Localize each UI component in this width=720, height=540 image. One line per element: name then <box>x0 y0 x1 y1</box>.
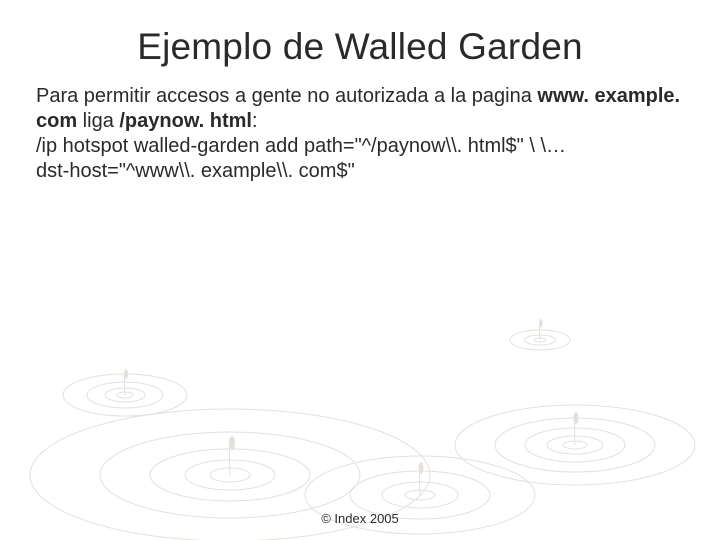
body-code-line1: /ip hotspot walled-garden add path="^/pa… <box>36 135 566 157</box>
slide-footer: © Index 2005 <box>0 511 720 526</box>
body-code-line2: dst-host="^www\\. example\\. com$" <box>36 160 355 182</box>
slide: Ejemplo de Walled Garden Para permitir a… <box>0 0 720 540</box>
body-text-colon: : <box>252 110 258 132</box>
background-ripples <box>0 200 720 540</box>
slide-title: Ejemplo de Walled Garden <box>0 0 720 68</box>
body-text-path: /paynow. html <box>119 110 252 132</box>
body-text-liga: liga <box>77 110 119 132</box>
body-text-intro: Para permitir accesos a gente no autoriz… <box>36 85 537 107</box>
slide-body: Para permitir accesos a gente no autoriz… <box>0 68 720 184</box>
